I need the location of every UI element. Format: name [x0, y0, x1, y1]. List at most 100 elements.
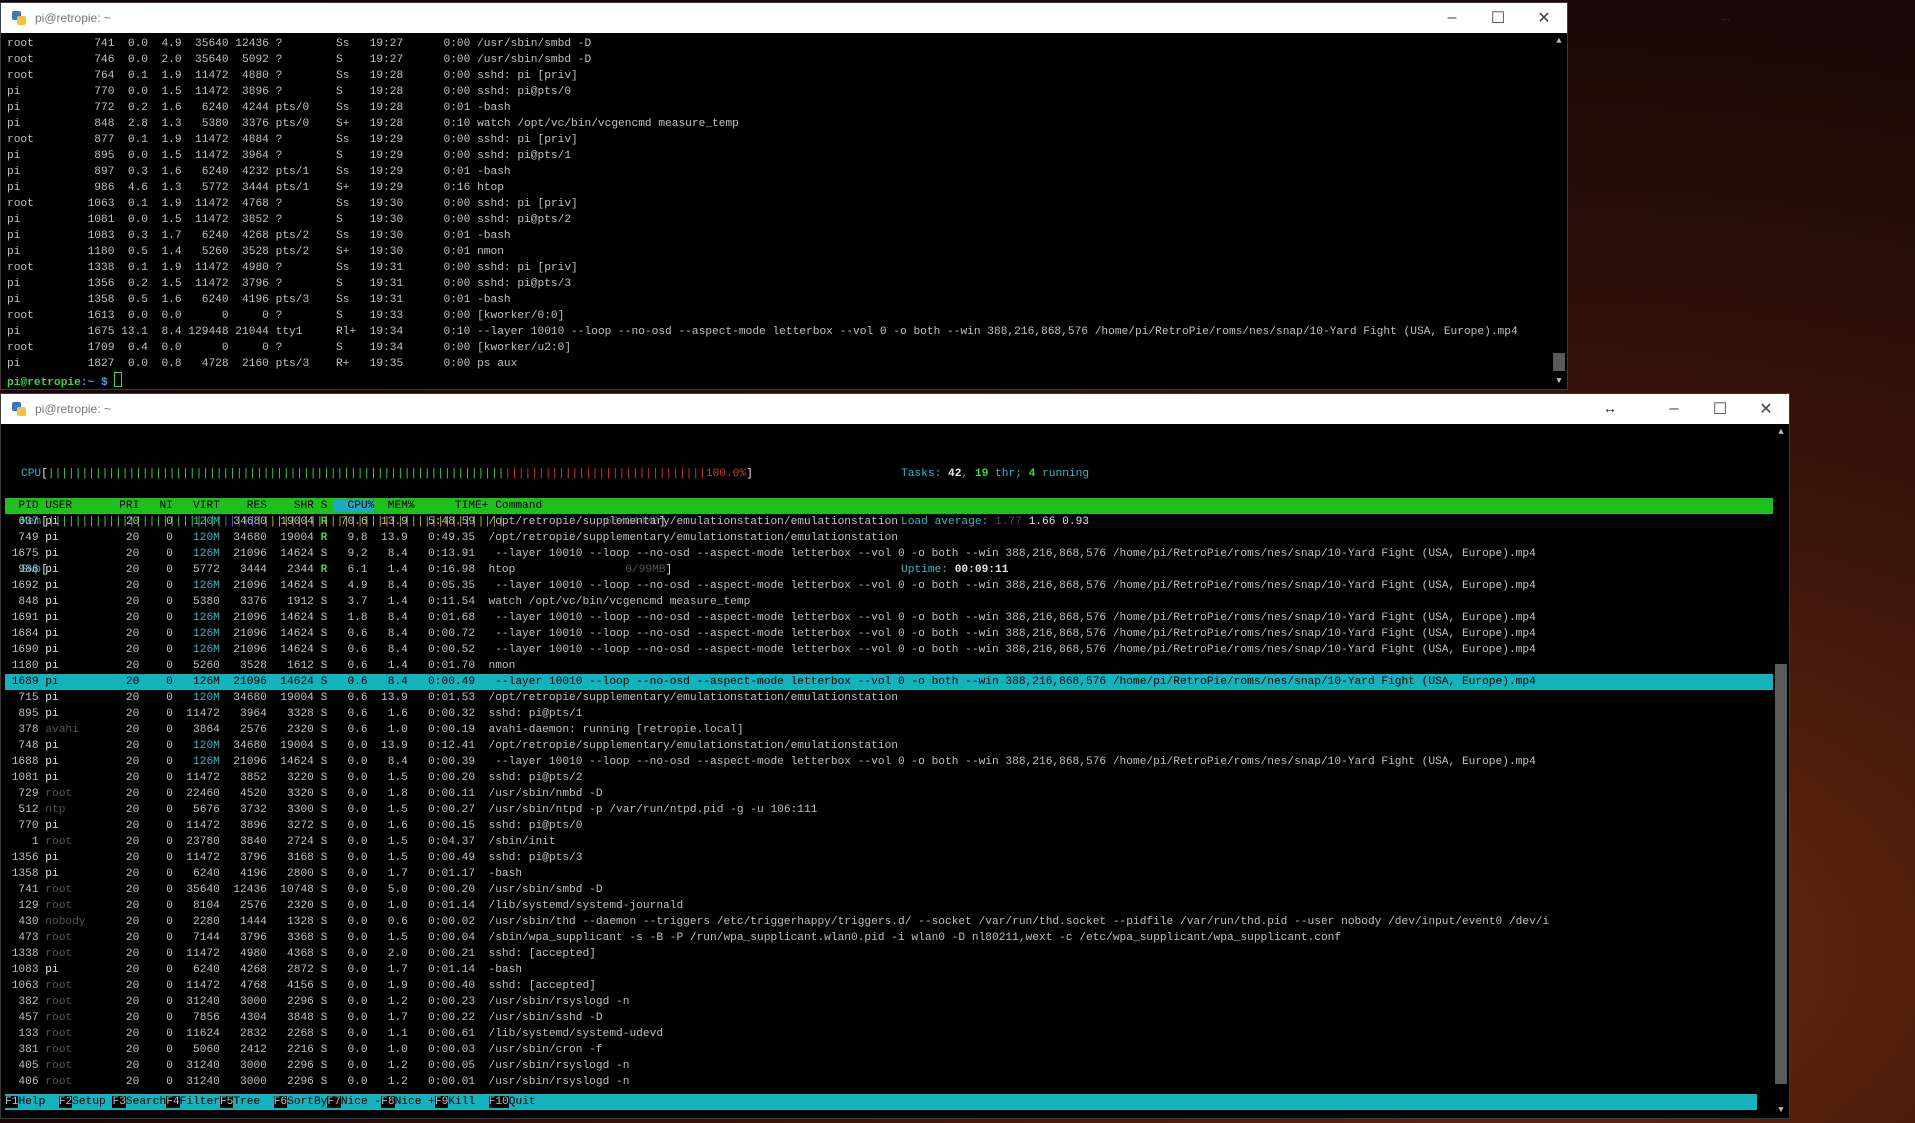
column-header-cpu[interactable]: CPU%	[334, 500, 375, 512]
table-row[interactable]: 1081 pi 20 0 11472 3852 3220 S 0.0 1.5 0…	[5, 770, 1773, 786]
table-row[interactable]: 430 nobody 20 0 2280 1444 1328 S 0.0 0.6…	[5, 914, 1773, 930]
terminal-window-top[interactable]: pi@retropie: ~ ↔ – ☐ ✕ root 741 0.0 4.9 …	[0, 2, 1733, 390]
terminal-window-htop[interactable]: pi@retropie: ~ ↔ – ☐ ✕ CPU[|||||||||||||…	[0, 393, 1790, 1119]
fkey-f7[interactable]: F7	[327, 1096, 341, 1108]
ps-vsz: 11472	[181, 134, 229, 146]
fkey-f5[interactable]: F5	[219, 1096, 234, 1108]
process-table[interactable]: PID USER PRI NI VIRT RES SHR S CPU% MEM%…	[5, 498, 1773, 1090]
table-row[interactable]: 512 ntp 20 0 5676 3732 3300 S 0.0 1.5 0:…	[5, 802, 1773, 818]
table-row[interactable]: 741 root 20 0 35640 12436 10748 S 0.0 5.…	[5, 882, 1773, 898]
table-row[interactable]: 1 root 20 0 23780 3840 2724 S 0.0 1.5 0:…	[5, 834, 1773, 850]
cell-virt: 126M	[172, 548, 220, 560]
fkey-label-f9[interactable]: Kill	[448, 1096, 488, 1108]
table-row[interactable]: 1684 pi 20 0 126M 21096 14624 S 0.6 8.4 …	[5, 626, 1773, 642]
column-header-ni[interactable]: NI	[139, 500, 172, 512]
close-button[interactable]: ✕	[1521, 3, 1567, 33]
fkey-f9[interactable]: F9	[434, 1096, 449, 1108]
fkey-label-f3[interactable]: Search	[126, 1096, 166, 1108]
column-header-res[interactable]: RES	[220, 500, 267, 512]
close-button[interactable]: ✕	[1743, 394, 1789, 424]
column-header-mem[interactable]: MEM%	[374, 500, 415, 512]
table-row[interactable]: 1338 root 20 0 11472 4980 4368 S 0.0 2.0…	[5, 946, 1773, 962]
fkey-f3[interactable]: F3	[112, 1096, 126, 1108]
table-row[interactable]: 895 pi 20 0 11472 3964 3328 S 0.6 1.6 0:…	[5, 706, 1773, 722]
table-row[interactable]: 1691 pi 20 0 126M 21096 14624 S 1.8 8.4 …	[5, 610, 1773, 626]
table-row[interactable]: 729 root 20 0 22460 4520 3320 S 0.0 1.8 …	[5, 786, 1773, 802]
cell-res: 3964	[219, 708, 267, 720]
column-header-shr[interactable]: SHR	[267, 500, 314, 512]
table-row[interactable]: 1358 pi 20 0 6240 4196 2800 S 0.0 1.7 0:…	[5, 866, 1773, 882]
column-header-time[interactable]: TIME+	[415, 500, 489, 512]
table-header[interactable]: PID USER PRI NI VIRT RES SHR S CPU% MEM%…	[5, 498, 1773, 514]
fkey-label-f8[interactable]: Nice +	[395, 1096, 435, 1108]
table-row[interactable]: 748 pi 20 0 120M 34680 19004 S 0.0 13.9 …	[5, 738, 1773, 754]
scrollbar[interactable]: ▲ ▼	[1773, 424, 1789, 1118]
table-row[interactable]: 1675 pi 20 0 126M 21096 14624 S 9.2 8.4 …	[5, 546, 1773, 562]
shell-prompt[interactable]: pi@retropie:~ $	[7, 372, 1547, 388]
column-header-virt[interactable]: VIRT	[173, 500, 220, 512]
scroll-up-arrow-icon[interactable]: ▲	[1773, 424, 1789, 440]
scroll-down-arrow-icon[interactable]: ▼	[1551, 373, 1567, 389]
column-header-user[interactable]: USER	[39, 500, 106, 512]
ps-rss: 3964	[228, 150, 269, 162]
fkey-label-f1[interactable]: Help	[18, 1096, 58, 1108]
fkey-label-f10[interactable]: Quit	[509, 1096, 536, 1108]
table-row[interactable]: 1356 pi 20 0 11472 3796 3168 S 0.0 1.5 0…	[5, 850, 1773, 866]
fkey-label-f6[interactable]: SortBy	[287, 1096, 327, 1108]
column-header-command[interactable]: Command	[488, 500, 542, 512]
fkey-label-f5[interactable]: Tree	[233, 1096, 273, 1108]
scroll-down-arrow-icon[interactable]: ▼	[1773, 1102, 1789, 1118]
fkey-f4[interactable]: F4	[166, 1096, 180, 1108]
fkey-f2[interactable]: F2	[58, 1096, 73, 1108]
column-header-s[interactable]: S	[314, 500, 334, 512]
table-row[interactable]: 405 root 20 0 31240 3000 2296 S 0.0 1.2 …	[5, 1058, 1773, 1074]
fkey-f1[interactable]: F1	[5, 1096, 19, 1108]
cell-ni: 0	[139, 804, 173, 816]
ps-stat: Ss	[336, 102, 370, 114]
table-row[interactable]: 1692 pi 20 0 126M 21096 14624 S 4.9 8.4 …	[5, 578, 1773, 594]
title-bar[interactable]: pi@retropie: ~ ↔ – ☐ ✕	[1, 394, 1789, 424]
table-row[interactable]: 129 root 20 0 8104 2576 2320 S 0.0 1.0 0…	[5, 898, 1773, 914]
fkey-f8[interactable]: F8	[381, 1096, 395, 1108]
table-row[interactable]: 1688 pi 20 0 126M 21096 14624 S 0.0 8.4 …	[5, 754, 1773, 770]
maximize-button[interactable]: ☐	[1475, 3, 1521, 33]
cell-command: htop	[475, 564, 516, 576]
table-row[interactable]: 770 pi 20 0 11472 3896 3272 S 0.0 1.6 0:…	[5, 818, 1773, 834]
table-row[interactable]: 406 root 20 0 31240 3000 2296 S 0.0 1.2 …	[5, 1074, 1773, 1090]
table-row[interactable]: 1180 pi 20 0 5260 3528 1612 S 0.6 1.4 0:…	[5, 658, 1773, 674]
column-header-pri[interactable]: PRI	[106, 500, 139, 512]
table-row[interactable]: 1083 pi 20 0 6240 4268 2872 S 0.0 1.7 0:…	[5, 962, 1773, 978]
table-row[interactable]: 378 avahi 20 0 3864 2576 2320 S 0.6 1.0 …	[5, 722, 1773, 738]
scroll-up-arrow-icon[interactable]: ▲	[1551, 33, 1567, 49]
fkey-label-f2[interactable]: Setup	[72, 1096, 112, 1108]
title-bar[interactable]: pi@retropie: ~ ↔ – ☐ ✕	[1, 3, 1733, 33]
minimize-button[interactable]: –	[1651, 394, 1697, 424]
cell-shr: 3220	[266, 772, 314, 784]
table-row[interactable]: 382 root 20 0 31240 3000 2296 S 0.0 1.2 …	[5, 994, 1773, 1010]
table-row[interactable]: 637 pi 20 0 120M 34680 19004 R 70.6 13.9…	[5, 514, 1773, 530]
column-header-pid[interactable]: PID	[5, 500, 38, 512]
table-row[interactable]: 848 pi 20 0 5380 3376 1912 S 3.7 1.4 0:1…	[5, 594, 1773, 610]
selected-table-row[interactable]: 1689 pi 20 0 126M 21096 14624 S 0.6 8.4 …	[5, 674, 1773, 690]
table-row[interactable]: 381 root 20 0 5060 2412 2216 S 0.0 1.0 0…	[5, 1042, 1773, 1058]
table-row[interactable]: 749 pi 20 0 120M 34680 19004 R 9.8 13.9 …	[5, 530, 1773, 546]
fkey-f10[interactable]: F10	[488, 1096, 509, 1108]
table-row[interactable]: 715 pi 20 0 120M 34680 19004 S 0.6 13.9 …	[5, 690, 1773, 706]
scrollbar[interactable]: ▲ ▼	[1551, 33, 1567, 389]
table-row[interactable]: 457 root 20 0 7856 4304 3848 S 0.0 1.7 0…	[5, 1010, 1773, 1026]
scroll-thumb[interactable]	[1775, 664, 1787, 1084]
function-key-bar[interactable]: F1Help F2Setup F3SearchF4FilterF5Tree F6…	[5, 1094, 1757, 1110]
cell-time: 0:00.32	[407, 708, 476, 720]
minimize-button[interactable]: –	[1429, 3, 1475, 33]
scroll-thumb[interactable]	[1553, 353, 1565, 371]
cell-shr: 2320	[266, 900, 314, 912]
fkey-label-f7[interactable]: Nice -	[341, 1096, 381, 1108]
table-row[interactable]: 1063 root 20 0 11472 4768 4156 S 0.0 1.9…	[5, 978, 1773, 994]
table-row[interactable]: 133 root 20 0 11624 2832 2268 S 0.0 1.1 …	[5, 1026, 1773, 1042]
maximize-button[interactable]: ☐	[1697, 394, 1743, 424]
table-row[interactable]: 986 pi 20 0 5772 3444 2344 R 6.1 1.4 0:1…	[5, 562, 1773, 578]
fkey-label-f4[interactable]: Filter	[180, 1096, 220, 1108]
table-row[interactable]: 473 root 20 0 7144 3796 3368 S 0.0 1.5 0…	[5, 930, 1773, 946]
fkey-f6[interactable]: F6	[273, 1096, 288, 1108]
table-row[interactable]: 1690 pi 20 0 126M 21096 14624 S 0.6 8.4 …	[5, 642, 1773, 658]
